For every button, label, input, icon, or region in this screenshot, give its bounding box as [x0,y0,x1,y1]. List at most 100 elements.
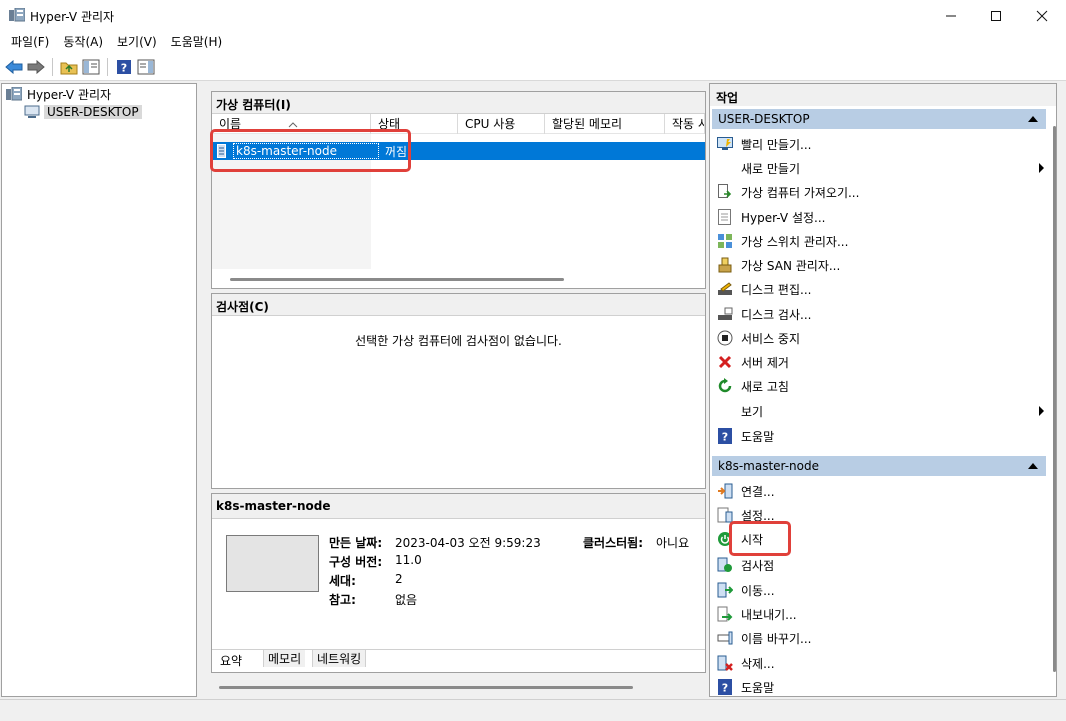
svg-text:?: ? [722,682,728,695]
column-cpu[interactable]: CPU 사용 [458,114,545,134]
server-icon [24,105,40,119]
action-item[interactable]: 연결... [716,480,1046,502]
delete-icon [716,654,734,672]
blank-icon [716,402,734,420]
action-item[interactable]: 서비스 중지 [716,327,1046,349]
generation-value: 2 [395,572,403,586]
quick-create-icon [716,135,734,153]
highlight-box-vm-row [210,129,411,172]
toolbar-separator [107,57,108,76]
tree-host-label: USER-DESKTOP [44,105,142,119]
tree-item-hyperv-manager[interactable]: Hyper-V 관리자 [6,85,111,103]
action-item[interactable]: Hyper-V 설정... [716,206,1046,228]
tab-memory[interactable]: 메모리 [263,650,306,667]
action-item[interactable]: 새로 고침 [716,375,1046,397]
column-uptime[interactable]: 작동 시 [665,114,705,134]
hyperv-app-icon [9,7,26,22]
window-title: Hyper-V 관리자 [30,10,115,24]
connect-icon [716,482,734,500]
edit-disk-icon [716,280,734,298]
vm-list-panel: 가상 컴퓨터(I) 이름 상태 CPU 사용 할당된 메모리 작동 시 k8s-… [211,91,706,289]
action-item[interactable]: 보기 [716,400,1046,422]
minimize-button[interactable] [928,0,974,31]
tab-summary[interactable]: 요약 [220,652,243,669]
svg-text:?: ? [722,431,728,444]
details-panel-title: k8s-master-node [212,494,705,519]
action-item[interactable]: 빨리 만들기... [716,133,1046,155]
hyperv-manager-icon [6,87,22,101]
tab-networking[interactable]: 네트워킹 [312,650,367,667]
svg-text:?: ? [121,61,127,74]
vm-group-label: k8s-master-node [718,459,819,473]
maximize-button[interactable] [973,0,1019,31]
action-item[interactable]: 디스크 편집... [716,278,1046,300]
action-item[interactable]: 이동... [716,579,1046,601]
menu-file[interactable]: 파일(F) [4,31,56,53]
show-hide-tree-icon[interactable] [81,57,101,77]
tree-item-user-desktop[interactable]: USER-DESKTOP [24,103,142,121]
submenu-arrow-icon [1039,163,1044,173]
action-item-label: 빨리 만들기... [741,137,812,152]
action-item-label: 가상 컴퓨터 가져오기... [741,185,860,200]
action-item-label: 가상 스위치 관리자... [741,234,849,249]
toolbar: ? [0,53,1066,81]
action-item[interactable]: 가상 SAN 관리자... [716,254,1046,276]
action-item[interactable]: 서버 제거 [716,351,1046,373]
help-icon: ? [716,427,734,445]
action-item-label: 연결... [741,484,775,499]
generation-label: 세대: [329,574,356,588]
details-panel: k8s-master-node 만든 날짜: 2023-04-03 오전 9:5… [211,493,706,673]
checkpoint-panel: 검사점(C) 선택한 가상 컴퓨터에 검사점이 없습니다. [211,293,706,489]
action-item-label: 도움말 [741,680,775,695]
column-memory[interactable]: 할당된 메모리 [545,114,665,134]
checkpoint-empty-message: 선택한 가상 컴퓨터에 검사점이 없습니다. [355,334,562,348]
action-item[interactable]: 디스크 검사... [716,303,1046,325]
san-manager-icon [716,256,734,274]
config-version-value: 11.0 [395,553,422,567]
stop-service-icon [716,329,734,347]
navigation-tree: Hyper-V 관리자 USER-DESKTOP [1,83,197,697]
action-item[interactable]: 이름 바꾸기... [716,627,1046,649]
action-group-vm[interactable]: k8s-master-node [712,456,1046,476]
menu-help[interactable]: 도움말(H) [164,31,230,53]
back-icon[interactable] [4,57,24,77]
forward-icon[interactable] [26,57,46,77]
action-item[interactable]: 검사점 [716,554,1046,576]
menu-action[interactable]: 동작(A) [56,31,110,53]
remove-server-icon [716,353,734,371]
action-item[interactable]: 가상 컴퓨터 가져오기... [716,181,1046,203]
action-item[interactable]: ? 도움말 [716,676,1046,696]
close-button[interactable] [1019,0,1065,31]
help-icon[interactable]: ? [114,57,134,77]
title-bar: Hyper-V 관리자 [0,0,1066,31]
move-icon [716,581,734,599]
help-icon: ? [716,678,734,696]
action-item[interactable]: ? 도움말 [716,425,1046,447]
menu-view[interactable]: 보기(V) [110,31,164,53]
action-item[interactable]: 내보내기... [716,603,1046,625]
toolbar-separator [52,57,53,76]
action-pane-icon[interactable] [136,57,156,77]
action-item-label: 검사점 [741,558,775,573]
action-item-label: 디스크 편집... [741,282,812,297]
action-item-label: 이름 바꾸기... [741,631,812,646]
checkpoint-icon [716,556,734,574]
actions-pane: 작업 USER-DESKTOP 빨리 만들기... 새로 만들기 가상 컴퓨터 가져… [709,83,1057,697]
actions-vertical-scrollbar[interactable] [1053,126,1056,672]
notes-value: 없음 [395,593,418,607]
action-item-label: 새로 만들기 [741,161,801,176]
collapse-icon[interactable] [1028,463,1038,469]
action-group-host[interactable]: USER-DESKTOP [712,109,1046,129]
config-version-label: 구성 버전: [329,555,383,569]
center-horizontal-scrollbar[interactable] [219,686,633,689]
collapse-icon[interactable] [1028,116,1038,122]
action-item-label: 내보내기... [741,607,797,622]
action-item[interactable]: 가상 스위치 관리자... [716,230,1046,252]
action-item-label: 삭제... [741,656,775,671]
refresh-icon [716,377,734,395]
action-item[interactable]: 삭제... [716,652,1046,674]
action-item-label: 새로 고침 [741,379,789,394]
horizontal-scrollbar[interactable] [230,278,564,281]
up-folder-icon[interactable] [59,57,79,77]
action-item[interactable]: 새로 만들기 [716,157,1046,179]
